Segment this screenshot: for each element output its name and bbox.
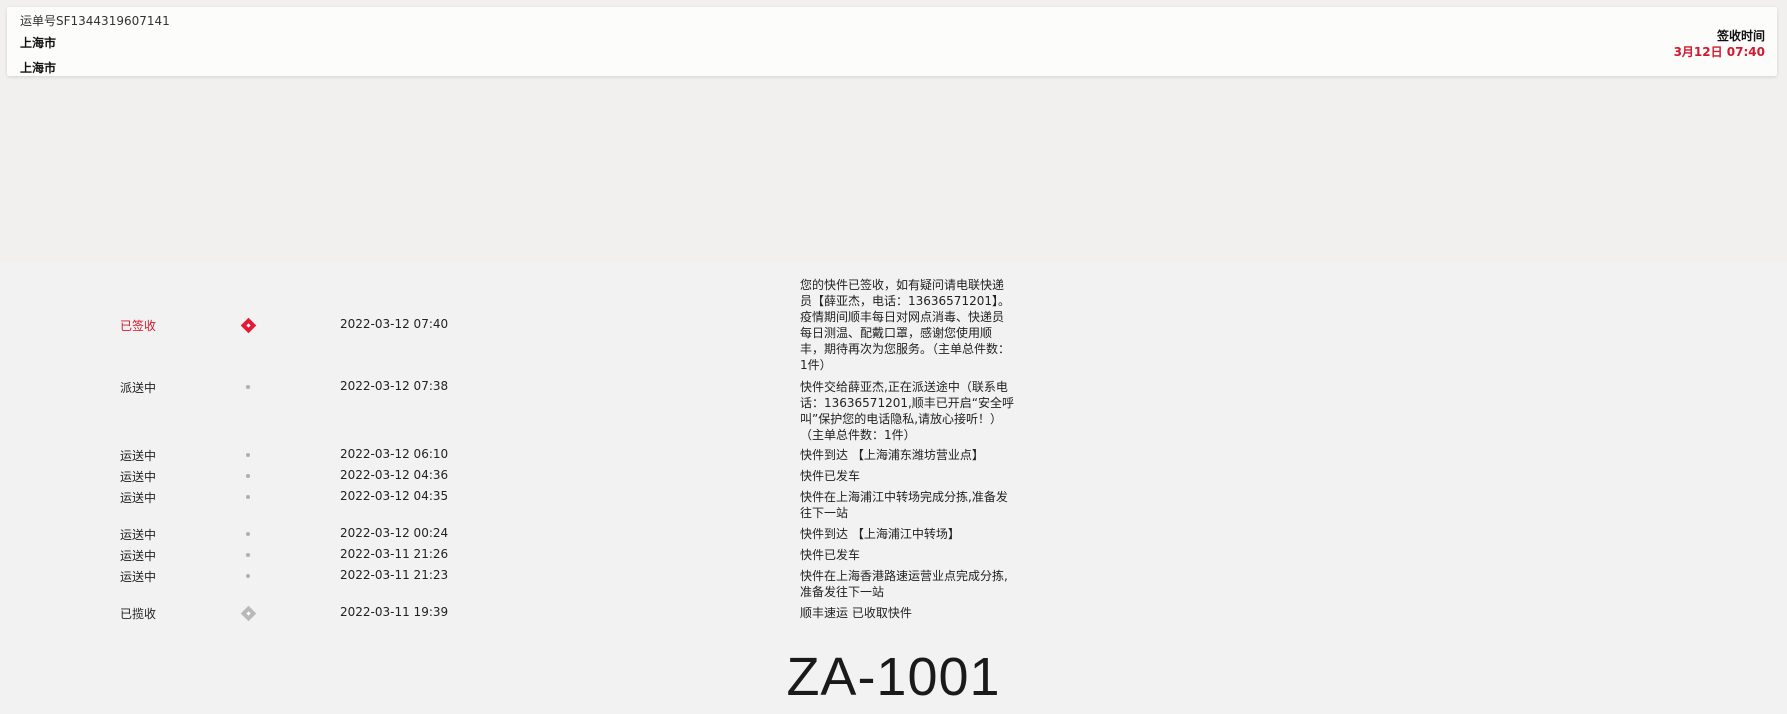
event-time: 2022-03-12 07:38 bbox=[340, 379, 449, 393]
watermark-label: ZA-1001 bbox=[786, 647, 1001, 707]
event-desc: 您的快件已签收，如有疑问请电联快递员【薛亚杰，电话：13636571201】。疫… bbox=[800, 278, 1011, 372]
event-desc: 快件交给薛亚杰,正在派送途中（联系电话：13636571201,顺丰已开启“安全… bbox=[800, 380, 1015, 442]
sign-time-value: 3月12日 07:40 bbox=[1673, 45, 1765, 59]
picked-up-diamond-icon bbox=[240, 605, 256, 621]
event-time: 2022-03-12 07:40 bbox=[340, 317, 449, 331]
waybill-number: 运单号SF1344319607141 bbox=[20, 14, 170, 28]
event-status: 运送中 bbox=[120, 570, 157, 584]
event-time: 2022-03-12 06:10 bbox=[340, 447, 449, 461]
signed-diamond-icon bbox=[240, 317, 256, 333]
event-time: 2022-03-11 19:39 bbox=[340, 605, 449, 619]
event-time: 2022-03-11 21:23 bbox=[340, 568, 449, 582]
event-desc: 快件到达 【上海浦江中转场】 bbox=[800, 527, 960, 541]
event-status: 运送中 bbox=[120, 528, 157, 542]
event-desc: 快件在上海香港路速运营业点完成分拣,准备发往下一站 bbox=[800, 569, 1008, 599]
timeline-dot-icon bbox=[240, 489, 256, 505]
sign-time-label: 签收时间 bbox=[1716, 29, 1765, 43]
event-status: 运送中 bbox=[120, 470, 157, 484]
event-desc: 快件已发车 bbox=[800, 548, 861, 562]
timeline-dot-icon bbox=[240, 547, 256, 563]
waybill-header-card: 运单号SF1344319607141 上海市 上海市 签收时间 3月12日 07… bbox=[7, 7, 1777, 76]
event-status: 运送中 bbox=[120, 449, 157, 463]
timeline-dot-icon bbox=[240, 468, 256, 484]
destination-city: 上海市 bbox=[20, 61, 57, 75]
timeline-dot-icon bbox=[240, 526, 256, 542]
event-status: 已签收 bbox=[120, 319, 157, 333]
event-time: 2022-03-11 21:26 bbox=[340, 547, 449, 561]
event-time: 2022-03-12 04:36 bbox=[340, 468, 449, 482]
timeline-dot-icon bbox=[240, 447, 256, 463]
event-time: 2022-03-12 04:35 bbox=[340, 489, 449, 503]
event-desc: 顺丰速运 已收取快件 bbox=[800, 606, 912, 620]
event-time: 2022-03-12 00:24 bbox=[340, 526, 449, 540]
event-desc: 快件已发车 bbox=[800, 469, 861, 483]
event-status: 运送中 bbox=[120, 491, 157, 505]
timeline-dot-icon bbox=[240, 379, 256, 395]
event-status: 已揽收 bbox=[120, 607, 157, 621]
event-desc: 快件在上海浦江中转场完成分拣,准备发往下一站 bbox=[800, 490, 1008, 520]
event-status: 运送中 bbox=[120, 549, 157, 563]
event-status: 派送中 bbox=[120, 381, 157, 395]
event-desc: 快件到达 【上海浦东潍坊营业点】 bbox=[800, 448, 984, 462]
origin-city: 上海市 bbox=[20, 36, 57, 50]
timeline-dot-icon bbox=[240, 568, 256, 584]
